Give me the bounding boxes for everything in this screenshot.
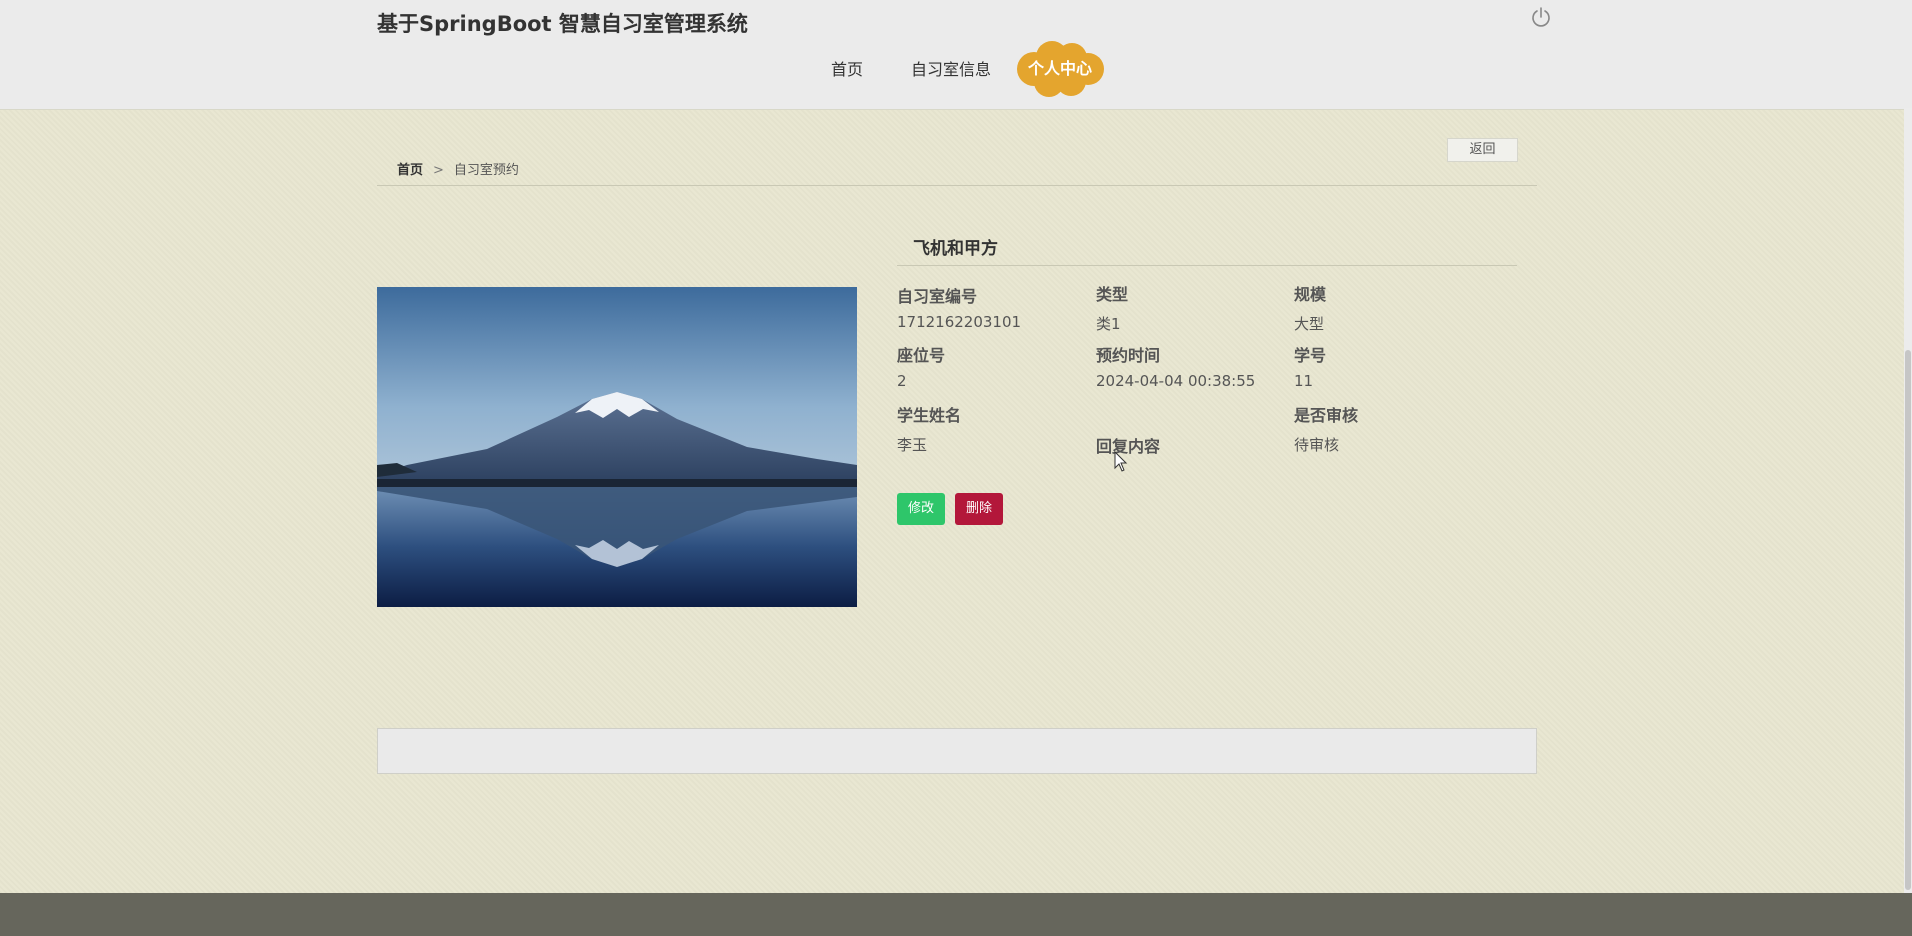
- back-button[interactable]: 返回: [1447, 138, 1518, 162]
- main-nav: 首页 自习室信息 个人中心: [0, 41, 1912, 97]
- type-value: 类1: [1096, 315, 1121, 333]
- seat-no-label: 座位号: [897, 346, 946, 365]
- site-title: 基于SpringBoot 智慧自习室管理系统: [377, 12, 748, 36]
- breadcrumb-current: 自习室预约: [453, 163, 519, 178]
- breadcrumb-separator: >: [433, 163, 444, 178]
- review-label: 是否审核: [1294, 406, 1359, 425]
- nav-home[interactable]: 首页: [831, 56, 863, 80]
- breadcrumb-divider: [377, 185, 1537, 186]
- comment-panel: [377, 728, 1537, 774]
- nav-study-room-info[interactable]: 自习室信息: [911, 56, 991, 80]
- breadcrumb: 首页 > 自习室预约: [397, 159, 519, 178]
- student-no-label: 学号: [1294, 346, 1327, 365]
- top-header: 基于SpringBoot 智慧自习室管理系统 首页 自习室信息 个人中心: [0, 0, 1912, 110]
- room-photo: [377, 287, 857, 607]
- reserve-time-label: 预约时间: [1096, 346, 1161, 365]
- breadcrumb-home[interactable]: 首页: [397, 163, 423, 178]
- reserve-time-value: 2024-04-04 00:38:55: [1096, 372, 1256, 390]
- student-no-value: 11: [1294, 372, 1314, 390]
- page-footer: [0, 893, 1912, 936]
- nav-personal-center-label: 个人中心: [1027, 59, 1092, 78]
- delete-button[interactable]: 删除: [955, 493, 1003, 525]
- scrollbar-thumb[interactable]: [1905, 350, 1911, 890]
- room-no-label: 自习室编号: [897, 287, 978, 306]
- mountain-lake-photo-icon: [377, 287, 857, 607]
- title-divider: [897, 265, 1517, 266]
- scale-label: 规模: [1294, 285, 1327, 304]
- detail-title: 飞机和甲方: [913, 239, 998, 259]
- student-name-label: 学生姓名: [897, 406, 962, 425]
- reply-label: 回复内容: [1096, 437, 1161, 456]
- student-name-value: 李玉: [897, 436, 928, 454]
- scale-value: 大型: [1294, 315, 1325, 333]
- nav-personal-center[interactable]: 个人中心: [1014, 39, 1106, 99]
- seat-no-value: 2: [897, 372, 907, 390]
- type-label: 类型: [1096, 285, 1129, 304]
- review-value: 待审核: [1294, 436, 1340, 454]
- power-icon[interactable]: [1530, 6, 1552, 28]
- room-no-value: 1712162203101: [897, 313, 1022, 331]
- edit-button[interactable]: 修改: [897, 493, 945, 525]
- mouse-cursor-icon: [1114, 450, 1128, 473]
